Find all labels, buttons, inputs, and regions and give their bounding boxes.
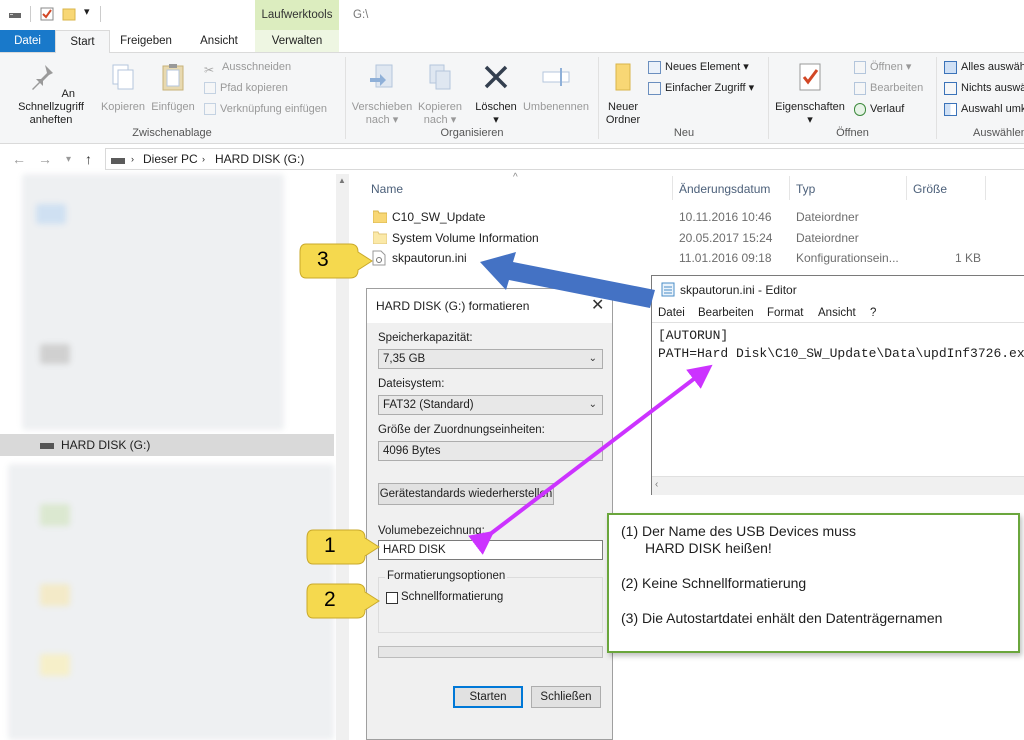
arrow-to-autorun-file <box>480 252 655 308</box>
note-2: (2) Keine Schnellformatierung <box>621 575 807 591</box>
annotation-box: (1) Der Name des USB Devices muss HARD D… <box>607 513 1020 653</box>
callout-number: 2 <box>324 588 336 611</box>
callout-shape <box>306 529 380 565</box>
note-3: (3) Die Autostartdatei enhält den Datent… <box>621 610 943 626</box>
note-1a: (1) Der Name des USB Devices muss <box>621 523 856 539</box>
callout-number: 1 <box>324 534 336 557</box>
callout-number: 3 <box>317 248 329 271</box>
callout-bubble-1: 1 <box>305 528 380 566</box>
note-1b: HARD DISK heißen! <box>645 540 772 556</box>
callout-bubble-3: 3 <box>298 242 373 280</box>
callout-shape <box>306 583 380 619</box>
callout-bubble-2: 2 <box>305 582 380 620</box>
callout-shape <box>299 243 373 279</box>
